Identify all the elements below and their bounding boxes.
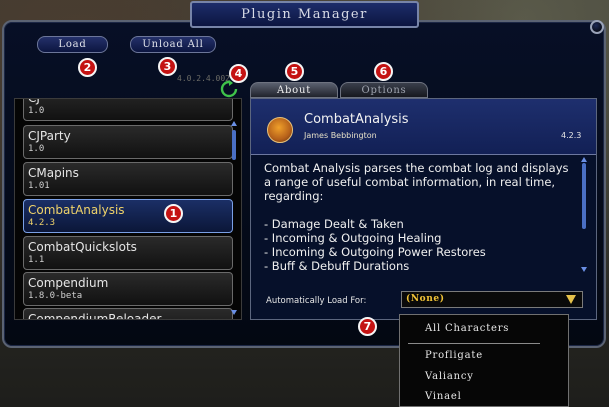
callout-marker-2: 2 (78, 58, 97, 77)
chevron-down-icon[interactable] (566, 295, 576, 304)
plugin-author: James Bebbington (304, 131, 377, 140)
scroll-down-icon[interactable] (231, 310, 237, 315)
list-item[interactable]: CombatQuickslots 1.1 (23, 236, 233, 270)
tab-options[interactable]: Options (340, 82, 428, 98)
plugin-version: 1.1 (28, 255, 45, 265)
plugin-version: 1.8.0-beta (28, 291, 83, 301)
load-button[interactable]: Load (37, 36, 108, 53)
plugin-name: CJ (28, 98, 40, 105)
description-bullet: - Incoming & Outgoing Power Restores (264, 245, 486, 259)
plugin-name: CJParty (28, 129, 71, 143)
autoload-value: (None) (406, 294, 445, 304)
dropdown-option[interactable]: Valiancy (425, 371, 474, 382)
close-icon[interactable] (590, 20, 604, 34)
autoload-row: Automatically Load For: (None) (251, 279, 596, 319)
plugin-description: Combat Analysis parses the combat log an… (252, 155, 580, 277)
plugin-name: CMapins (28, 166, 79, 180)
list-item[interactable]: CJ 1.0 (23, 98, 233, 121)
description-scrollbar[interactable] (582, 163, 586, 229)
window-title: Plugin Manager (190, 1, 419, 28)
list-scrollbar[interactable] (232, 130, 236, 160)
plugin-version-label: 4.2.3 (561, 131, 582, 140)
plugin-name: CombatQuickslots (28, 240, 137, 254)
autoload-dropdown-menu[interactable]: All Characters Profligate Valiancy Vinae… (399, 314, 569, 407)
list-item[interactable]: CJParty 1.0 (23, 125, 233, 159)
callout-marker-5: 5 (285, 62, 304, 81)
list-item[interactable]: Compendium 1.8.0-beta (23, 272, 233, 306)
dropdown-option[interactable]: Vinael (425, 391, 462, 402)
plugin-title: CombatAnalysis (304, 112, 409, 127)
scroll-up-icon[interactable] (231, 121, 237, 126)
scroll-up-icon[interactable] (581, 157, 587, 162)
list-item-selected[interactable]: CombatAnalysis 4.2.3 (23, 199, 233, 233)
plugin-version: 4.2.3 (28, 218, 56, 228)
callout-marker-7: 7 (358, 317, 377, 336)
description-bullet: - Damage Dealt & Taken (264, 217, 404, 231)
plugin-version: 1.0 (28, 144, 45, 154)
plugin-version: 1.0 (28, 106, 45, 116)
list-item[interactable]: CMapins 1.01 (23, 162, 233, 196)
callout-marker-6: 6 (374, 62, 393, 81)
description-bullet: - Buff & Debuff Durations (264, 259, 410, 273)
plugin-list[interactable]: CJ 1.0 CJParty 1.0 CMapins 1.01 CombatAn… (14, 98, 242, 320)
plugin-name: CombatAnalysis (28, 203, 125, 217)
faint-version-text: 4.0.2.4.002 (177, 74, 230, 83)
detail-header: CombatAnalysis James Bebbington 4.2.3 (251, 99, 596, 155)
combat-analysis-icon (267, 117, 293, 143)
plugin-name: CompendiumReloader (28, 312, 162, 320)
description-text: Combat Analysis parses the combat log an… (264, 161, 569, 203)
dropdown-divider (408, 343, 540, 344)
description-bullet: - Incoming & Outgoing Healing (264, 231, 442, 245)
dropdown-option[interactable]: Profligate (425, 350, 483, 361)
unload-all-button[interactable]: Unload All (130, 36, 216, 53)
callout-marker-3: 3 (158, 57, 177, 76)
dropdown-option-all-characters[interactable]: All Characters (425, 323, 509, 334)
autoload-select[interactable]: (None) (401, 291, 583, 308)
plugin-detail-panel: CombatAnalysis James Bebbington 4.2.3 Co… (250, 98, 597, 320)
plugin-version: 1.01 (28, 181, 50, 191)
tab-about[interactable]: About (250, 82, 338, 98)
scroll-down-icon[interactable] (581, 267, 587, 272)
autoload-label: Automatically Load For: (266, 296, 367, 306)
list-item[interactable]: CompendiumReloader (23, 308, 233, 320)
callout-marker-1: 1 (164, 204, 183, 223)
plugin-name: Compendium (28, 276, 109, 290)
callout-marker-4: 4 (229, 64, 248, 83)
